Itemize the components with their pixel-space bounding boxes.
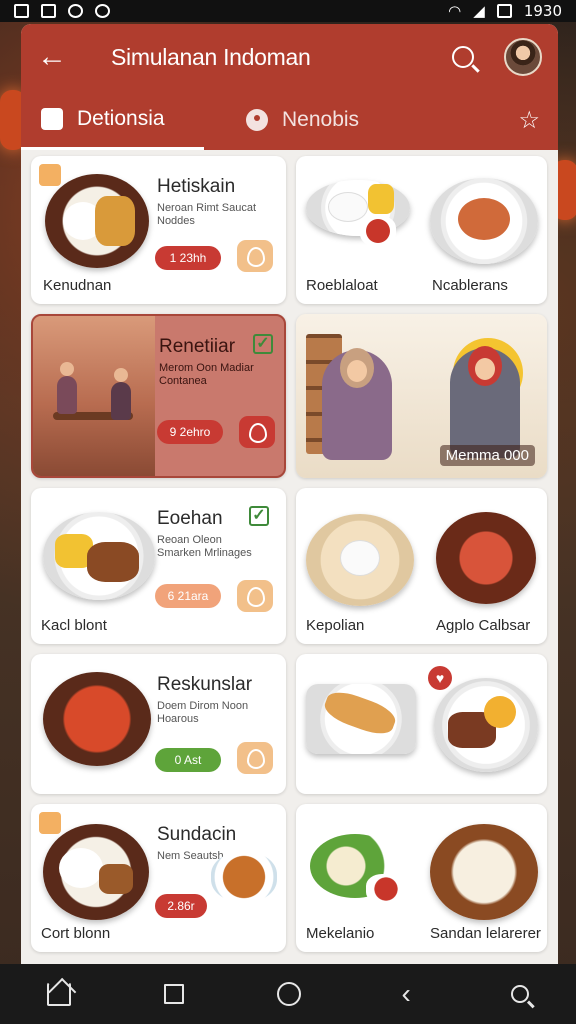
signal-icon: ◢	[473, 3, 485, 20]
back-icon[interactable]: ‹	[394, 980, 418, 1008]
chicken-plate-image	[430, 178, 538, 264]
card-title: Eoehan	[157, 508, 223, 529]
card-title: Sundacin	[157, 824, 237, 845]
tab-bar: Detionsia Nenobis ☆	[21, 90, 558, 150]
calendar-icon	[41, 107, 63, 130]
card-title: Hetiskain	[157, 176, 236, 197]
stir-fry-plate-image	[43, 672, 151, 766]
badge-icon	[39, 164, 61, 186]
card-subtitle: Reoan Oleon Smarken Mrlinages	[157, 534, 252, 559]
card-caption: Kacl blont	[41, 617, 107, 634]
menu-card-pair-1[interactable]: Roeblaloat Ncablerans	[296, 156, 547, 304]
back-arrow-icon[interactable]: ←	[37, 40, 85, 74]
square-icon[interactable]	[163, 984, 184, 1004]
menu-grid: Hetiskain Neroan Rimt Saucat Noddes 1 23…	[21, 150, 558, 952]
mail-icon	[14, 4, 29, 18]
menu-card-hetiskain[interactable]: Hetiskain Neroan Rimt Saucat Noddes 1 23…	[31, 156, 286, 304]
sauce-bowl-image	[366, 874, 406, 904]
badge-icon	[39, 812, 61, 834]
menu-card-sundacin[interactable]: Sundacin Nem Seautsh 2.86r Cort blonn	[31, 804, 286, 952]
system-nav-bar: ‹	[0, 964, 576, 1024]
waitress-illustration	[322, 348, 392, 460]
circle-icon[interactable]	[276, 982, 301, 1006]
page-title: Simulanan Indoman	[111, 43, 311, 70]
card-caption: Kenudnan	[43, 277, 112, 294]
menu-card-reskunslar[interactable]: Reskunslar Doem Dirom Noon Hoarous 0 Ast	[31, 654, 286, 794]
price-badge: 1 23hh	[155, 246, 221, 270]
soup-bowl-image	[436, 512, 536, 604]
price-badge: 0 Ast	[155, 748, 221, 772]
menu-card-pair-3[interactable]: ♥	[296, 654, 547, 794]
card-caption: Kepolian	[306, 617, 365, 634]
status-bar: ◠ ◢ 1930	[0, 0, 576, 22]
app-window: ← Simulanan Indoman Detionsia Nenobis ☆ …	[21, 24, 558, 964]
favorite-icon[interactable]	[237, 580, 273, 612]
favorite-icon[interactable]	[237, 240, 273, 272]
curry-bowl-image	[211, 852, 277, 902]
rice-meat-plate-image	[43, 824, 149, 920]
menu-card-eoehan[interactable]: ✓ Eoehan Reoan Oleon Smarken Mrlinages 6…	[31, 488, 286, 644]
card-title: Renetiiar	[159, 336, 236, 357]
fried-chicken-plate-image	[43, 512, 155, 600]
card-subtitle: Doem Dirom Noon Hoarous	[157, 700, 249, 725]
card-title: Reskunslar	[157, 674, 253, 695]
search-icon[interactable]	[452, 46, 474, 68]
nav-search-icon[interactable]	[511, 985, 530, 1003]
card-caption: Agplo Calbsar	[436, 617, 531, 634]
price-badge: 2.86r	[155, 894, 207, 918]
card-subtitle: Merom Oon Madiar Contanea	[159, 362, 254, 387]
card-caption: Sandan lelarerer	[430, 925, 541, 942]
noodle-plate-image	[45, 174, 149, 268]
chef-illustration	[450, 346, 520, 458]
card-caption: Memma 000	[439, 445, 535, 466]
card-subtitle: Neroan Rimt Saucat Noddes	[157, 202, 257, 227]
card-caption: Cort blonn	[41, 925, 111, 942]
bread-plate-image	[430, 824, 538, 920]
heart-icon[interactable]: ♥	[428, 666, 452, 690]
dish-icon	[246, 109, 268, 131]
satay-plate-image	[434, 678, 538, 772]
wifi-icon: ◠	[448, 3, 462, 20]
menu-card-pair-2[interactable]: Kepolian Agplo Calbsar	[296, 488, 547, 644]
avatar[interactable]	[504, 38, 542, 76]
nasi-campur-plate-image	[306, 514, 414, 606]
favorite-icon[interactable]	[239, 416, 275, 448]
card-caption: Mekelanio	[306, 925, 375, 942]
tab-detionsia[interactable]: Detionsia	[21, 90, 204, 150]
image-icon	[41, 4, 56, 18]
restaurant-scene-image	[33, 316, 155, 476]
menu-card-staff-illustration[interactable]: Memma 000	[296, 314, 547, 478]
price-badge: 6 21ara	[155, 584, 221, 608]
tab-nenobis[interactable]: Nenobis	[226, 90, 379, 150]
app-bar: ← Simulanan Indoman	[21, 24, 558, 90]
tab-label: Detionsia	[77, 106, 165, 130]
checkbox-icon[interactable]: ✓	[249, 506, 269, 526]
sambal-bowl-image	[360, 216, 396, 246]
home-icon[interactable]	[46, 982, 71, 1006]
fried-fish-plate-image	[306, 684, 416, 754]
menu-card-pair-4[interactable]: Mekelanio Sandan lelarerer	[296, 804, 547, 952]
card-caption: Ncablerans	[432, 277, 508, 294]
price-badge: 9 2ehro	[157, 420, 223, 444]
favorite-icon[interactable]	[237, 742, 273, 774]
checkbox-icon[interactable]: ✓	[253, 334, 273, 354]
dropbox-icon	[68, 4, 83, 18]
clock: 1930	[523, 2, 562, 20]
menu-card-renetiiar[interactable]: ✓ Renetiiar Merom Oon Madiar Contanea 9 …	[31, 314, 286, 478]
tab-label: Nenobis	[282, 108, 360, 131]
card-caption: Roeblaloat	[306, 277, 378, 294]
battery-icon	[496, 4, 512, 18]
app-icon	[95, 4, 110, 18]
star-icon[interactable]: ☆	[518, 106, 540, 135]
